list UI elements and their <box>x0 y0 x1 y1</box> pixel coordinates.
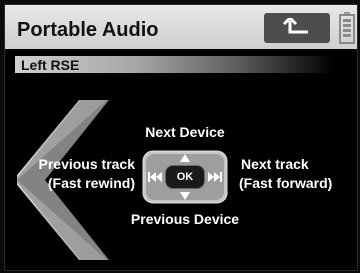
next-track-label: Next track (Fast forward) <box>239 156 333 191</box>
zone-label: Left RSE <box>21 57 80 73</box>
ok-button[interactable]: OK <box>165 165 205 189</box>
previous-track-label: Previous track (Fast rewind) <box>38 156 136 191</box>
previous-device-label: Previous Device <box>130 211 240 227</box>
up-arrow-icon[interactable] <box>180 154 190 162</box>
directional-pad: OK <box>142 150 228 204</box>
next-device-label: Next Device <box>145 124 225 140</box>
back-button[interactable] <box>264 13 330 43</box>
rewind-icon[interactable] <box>148 172 162 182</box>
ok-label: OK <box>176 170 194 183</box>
battery-icon <box>339 12 355 44</box>
title-bar: Portable Audio <box>5 5 357 49</box>
down-arrow-icon[interactable] <box>180 192 190 200</box>
page-title: Portable Audio <box>17 19 159 41</box>
zone-subheader: Left RSE <box>15 56 335 73</box>
portable-audio-screen: Portable Audio Left RSE Next Device Prev… <box>4 4 358 271</box>
fast-forward-icon[interactable] <box>208 172 222 182</box>
back-arrow-icon <box>282 18 308 34</box>
